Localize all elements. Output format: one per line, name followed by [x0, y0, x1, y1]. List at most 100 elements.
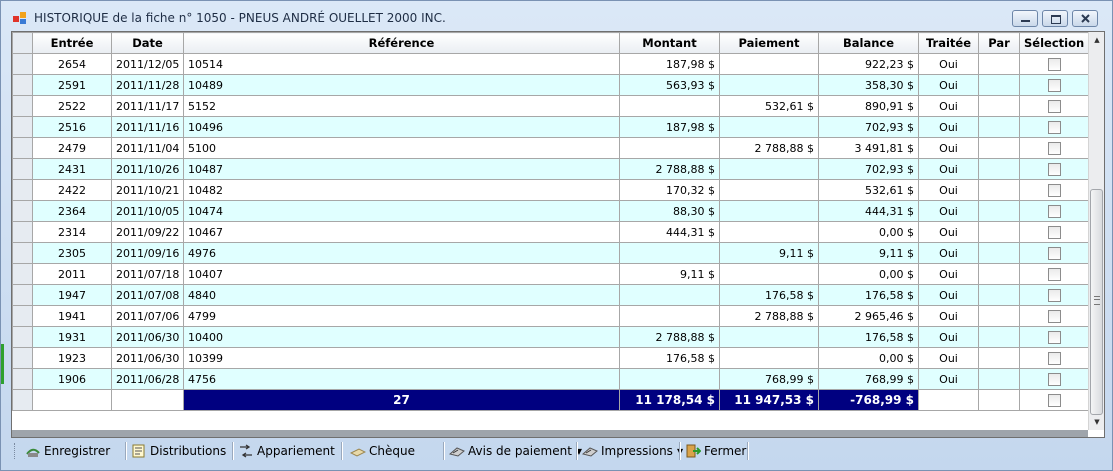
- row-header[interactable]: [12, 74, 33, 96]
- cell-reference[interactable]: 10399: [183, 347, 620, 369]
- cell-paiement[interactable]: [719, 221, 819, 243]
- selection-checkbox[interactable]: [1047, 372, 1061, 386]
- cell-traitee[interactable]: Oui: [918, 242, 979, 264]
- cell-montant[interactable]: 9,11 $: [619, 263, 720, 285]
- cell-reference[interactable]: 4799: [183, 305, 620, 327]
- cell-traitee[interactable]: Oui: [918, 326, 979, 348]
- cell-montant[interactable]: 187,98 $: [619, 116, 720, 138]
- row-header[interactable]: [12, 53, 33, 75]
- cell-entree[interactable]: 2522: [32, 95, 112, 117]
- cell-date[interactable]: 2011/10/26: [111, 158, 184, 180]
- cell-par[interactable]: [978, 200, 1020, 222]
- scroll-down-icon[interactable]: ▼: [1089, 414, 1104, 430]
- cell-balance[interactable]: 176,58 $: [818, 326, 919, 348]
- cell-date[interactable]: 2011/07/18: [111, 263, 184, 285]
- cell-par[interactable]: [978, 368, 1020, 390]
- table-row[interactable]: 2522 2011/11/17 5152 532,61 $890,91 $ Oui: [12, 95, 1089, 117]
- cell-montant[interactable]: [619, 305, 720, 327]
- cell-traitee[interactable]: Oui: [918, 53, 979, 75]
- cell-montant[interactable]: 88,30 $: [619, 200, 720, 222]
- cell-entree[interactable]: 2422: [32, 179, 112, 201]
- table-row[interactable]: 2011 2011/07/18 10407 9,11 $ 0,00 $ Oui: [12, 263, 1089, 285]
- selection-checkbox[interactable]: [1047, 162, 1061, 176]
- cell-date[interactable]: 2011/06/30: [111, 326, 184, 348]
- cell-par[interactable]: [978, 74, 1020, 96]
- cell-paiement[interactable]: 532,61 $: [719, 95, 819, 117]
- cell-paiement[interactable]: [719, 158, 819, 180]
- scroll-up-icon[interactable]: ▲: [1089, 32, 1104, 48]
- distributions-button[interactable]: Distributions: [131, 441, 226, 461]
- cell-reference[interactable]: 4976: [183, 242, 620, 264]
- maximize-button[interactable]: [1042, 10, 1068, 27]
- cell-entree[interactable]: 2431: [32, 158, 112, 180]
- selection-checkbox[interactable]: [1047, 309, 1061, 323]
- table-row[interactable]: 1947 2011/07/08 4840 176,58 $176,58 $ Oui: [12, 284, 1089, 306]
- selection-checkbox[interactable]: [1047, 204, 1061, 218]
- row-header[interactable]: [12, 179, 33, 201]
- cell-entree[interactable]: 2591: [32, 74, 112, 96]
- row-header[interactable]: [12, 242, 33, 264]
- save-button[interactable]: Enregistrer: [25, 441, 110, 461]
- cell-par[interactable]: [978, 221, 1020, 243]
- cell-balance[interactable]: 0,00 $: [818, 221, 919, 243]
- cell-balance[interactable]: 890,91 $: [818, 95, 919, 117]
- selection-checkbox[interactable]: [1047, 393, 1061, 407]
- cell-montant[interactable]: 187,98 $: [619, 53, 720, 75]
- cell-par[interactable]: [978, 242, 1020, 264]
- cell-balance[interactable]: 0,00 $: [818, 347, 919, 369]
- row-header[interactable]: [12, 326, 33, 348]
- cell-par[interactable]: [978, 347, 1020, 369]
- cell-entree[interactable]: 1931: [32, 326, 112, 348]
- cell-reference[interactable]: 10514: [183, 53, 620, 75]
- cell-date[interactable]: 2011/12/05: [111, 53, 184, 75]
- cell-paiement[interactable]: [719, 347, 819, 369]
- cell-reference[interactable]: 10467: [183, 221, 620, 243]
- column-header-par[interactable]: Par: [978, 32, 1020, 54]
- row-header[interactable]: [12, 284, 33, 306]
- table-row[interactable]: 1931 2011/06/30 10400 2 788,88 $ 176,58 $ Oui: [12, 326, 1089, 348]
- selection-checkbox[interactable]: [1047, 330, 1061, 344]
- selection-checkbox[interactable]: [1047, 120, 1061, 134]
- column-header-balance[interactable]: Balance: [818, 32, 919, 54]
- table-row[interactable]: 1923 2011/06/30 10399 176,58 $ 0,00 $ Oui: [12, 347, 1089, 369]
- title-bar[interactable]: HISTORIQUE de la fiche n° 1050 - PNEUS A…: [1, 1, 1112, 31]
- cell-traitee[interactable]: Oui: [918, 200, 979, 222]
- cell-date[interactable]: 2011/10/05: [111, 200, 184, 222]
- cell-par[interactable]: [978, 137, 1020, 159]
- cell-montant[interactable]: 563,93 $: [619, 74, 720, 96]
- column-header-selection[interactable]: Sélection: [1019, 32, 1089, 54]
- table-row[interactable]: 2654 2011/12/05 10514 187,98 $ 922,23 $ Oui: [12, 53, 1089, 75]
- cell-entree[interactable]: 2479: [32, 137, 112, 159]
- cell-par[interactable]: [978, 305, 1020, 327]
- table-row[interactable]: 2422 2011/10/21 10482 170,32 $ 532,61 $ Oui: [12, 179, 1089, 201]
- cell-reference[interactable]: 10474: [183, 200, 620, 222]
- cell-paiement[interactable]: [719, 116, 819, 138]
- cell-montant[interactable]: 2 788,88 $: [619, 158, 720, 180]
- column-header-entree[interactable]: Entrée: [32, 32, 112, 54]
- cell-par[interactable]: [978, 53, 1020, 75]
- cell-balance[interactable]: 922,23 $: [818, 53, 919, 75]
- cell-par[interactable]: [978, 158, 1020, 180]
- vertical-scrollbar[interactable]: ▲ ▼: [1088, 32, 1104, 430]
- close-button[interactable]: [1072, 10, 1098, 27]
- cell-balance[interactable]: 358,30 $: [818, 74, 919, 96]
- selection-checkbox[interactable]: [1047, 183, 1061, 197]
- cell-balance[interactable]: 3 491,81 $: [818, 137, 919, 159]
- row-header[interactable]: [12, 200, 33, 222]
- cell-traitee[interactable]: Oui: [918, 158, 979, 180]
- cell-reference[interactable]: 4840: [183, 284, 620, 306]
- column-header-date[interactable]: Date: [111, 32, 184, 54]
- cell-balance[interactable]: 702,93 $: [818, 116, 919, 138]
- table-row[interactable]: 1941 2011/07/06 4799 2 788,88 $2 965,46 $ Ou…: [12, 305, 1089, 327]
- cell-entree[interactable]: 1947: [32, 284, 112, 306]
- column-header-traitee[interactable]: Traitée: [918, 32, 979, 54]
- cheque-button[interactable]: Chèque: [350, 441, 415, 461]
- cell-date[interactable]: 2011/11/16: [111, 116, 184, 138]
- selection-checkbox[interactable]: [1047, 225, 1061, 239]
- cell-entree[interactable]: 2305: [32, 242, 112, 264]
- cell-traitee[interactable]: Oui: [918, 263, 979, 285]
- cell-traitee[interactable]: Oui: [918, 179, 979, 201]
- table-row[interactable]: 2305 2011/09/16 4976 9,11 $9,11 $ Oui: [12, 242, 1089, 264]
- cell-paiement[interactable]: [719, 326, 819, 348]
- cell-traitee[interactable]: Oui: [918, 305, 979, 327]
